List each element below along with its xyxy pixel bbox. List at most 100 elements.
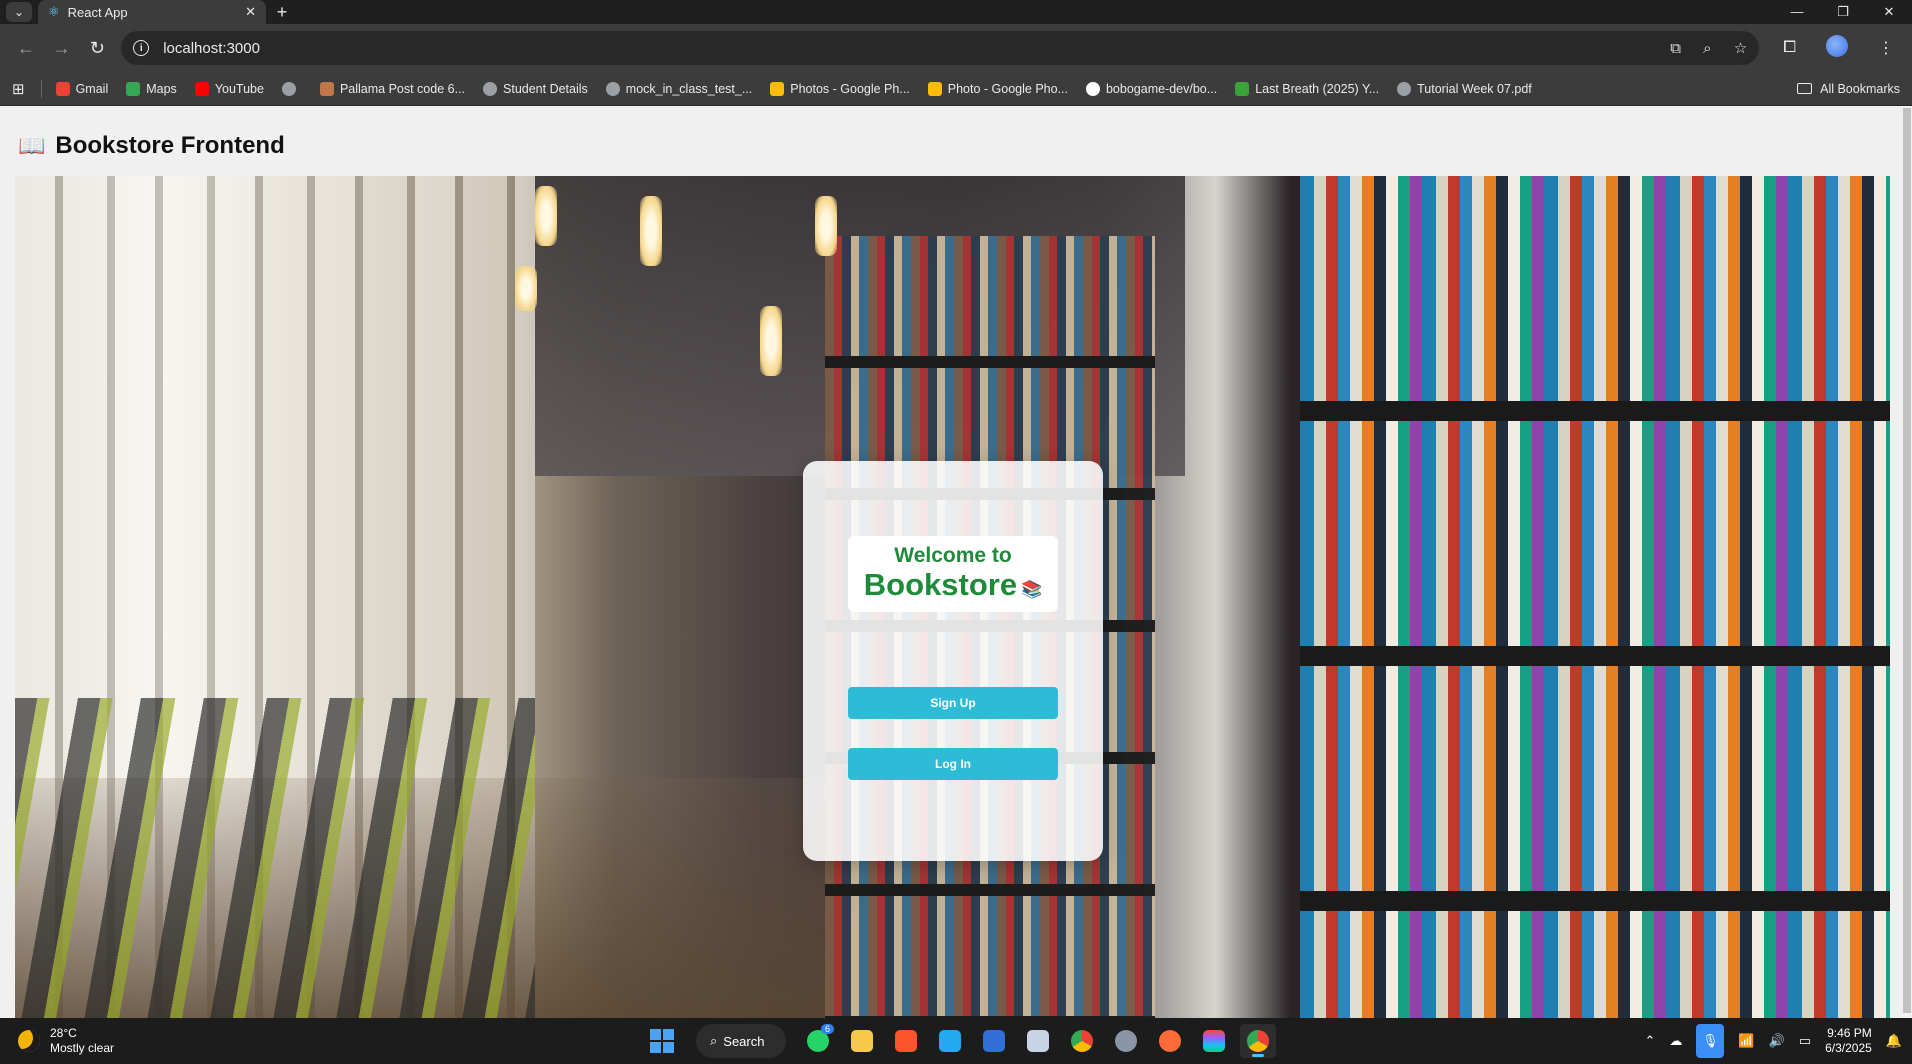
github-icon — [1085, 81, 1100, 96]
bookmark-label: bobogame-dev/bo... — [1105, 81, 1218, 96]
bookmark-item[interactable]: Gmail — [55, 81, 109, 96]
postman-icon[interactable] — [1152, 1024, 1188, 1058]
open-book-icon: 📖 — [18, 133, 46, 158]
notifications-icon[interactable]: 🔔 — [1886, 1033, 1902, 1049]
figma-icon[interactable] — [1196, 1024, 1232, 1058]
zoom-icon[interactable]: ⌕ — [1703, 40, 1711, 57]
books-icon: 📚 — [1021, 580, 1043, 599]
url-text[interactable]: localhost:3000 — [163, 40, 1652, 57]
file-explorer-icon[interactable] — [844, 1024, 880, 1058]
library-background-image: Welcome to Bookstore 📚 Sign Up Log In — [15, 176, 1890, 1018]
bookmark-label: Gmail — [75, 81, 109, 96]
movie-icon — [1235, 81, 1250, 96]
profile-avatar[interactable] — [1816, 34, 1858, 62]
microphone-icon[interactable]: 🎙 — [1696, 1024, 1725, 1058]
volume-icon[interactable]: 🔊 — [1769, 1033, 1785, 1049]
bookmark-label: Photos - Google Ph... — [790, 81, 910, 96]
gmail-icon — [55, 81, 70, 96]
bookmark-label: Student Details — [503, 81, 588, 96]
bookmark-label: YouTube — [214, 81, 264, 96]
system-tray: ⌃ ☁ 🎙 📶 🔊 ▭ 9:46 PM 6/3/2025 🔔 — [1631, 1018, 1902, 1064]
log-in-button[interactable]: Log In — [848, 748, 1058, 780]
vscode-icon[interactable] — [932, 1024, 968, 1058]
intellij-icon[interactable] — [976, 1024, 1012, 1058]
sign-up-button[interactable]: Sign Up — [848, 687, 1058, 719]
all-bookmarks-button[interactable]: All Bookmarks — [1797, 82, 1900, 96]
brave-browser-icon[interactable] — [888, 1024, 924, 1058]
site-info-icon[interactable]: i — [133, 40, 150, 56]
bookmark-item[interactable]: mock_in_class_test_... — [605, 81, 752, 96]
page-scrollbar[interactable] — [1902, 106, 1912, 1018]
bookmark-item[interactable]: Maps — [126, 81, 177, 96]
extensions-icon[interactable]: ⧠ — [1783, 39, 1796, 57]
welcome-line-1: Welcome to — [894, 544, 1012, 567]
back-icon[interactable]: ← — [8, 38, 44, 59]
globe-icon — [1397, 81, 1412, 96]
page-title: Bookstore Frontend — [55, 132, 285, 159]
globe-icon — [483, 81, 498, 96]
react-icon: ⚛ — [48, 4, 60, 19]
forward-icon[interactable]: → — [44, 38, 80, 59]
search-label: Search — [723, 1033, 765, 1049]
chrome-icon[interactable] — [1064, 1024, 1100, 1058]
bookmark-item[interactable]: Last Breath (2025) Y... — [1235, 81, 1379, 96]
welcome-banner: Welcome to Bookstore 📚 — [848, 536, 1058, 612]
battery-icon[interactable]: ▭ — [1799, 1033, 1811, 1049]
tab-search-button[interactable]: ⌄ — [0, 0, 38, 24]
bookmark-label: Maps — [146, 81, 177, 96]
youtube-icon — [194, 81, 209, 96]
install-app-icon[interactable]: ⧉ — [1670, 40, 1681, 57]
temperature: 28°C — [50, 1026, 77, 1040]
bookmark-item[interactable]: Photo - Google Pho... — [927, 81, 1068, 96]
photos-icon — [927, 81, 942, 96]
welcome-card: Welcome to Bookstore 📚 Sign Up Log In — [803, 461, 1103, 861]
bookmark-label: Pallama Post code 6... — [339, 81, 466, 96]
close-icon[interactable]: ✕ — [245, 4, 256, 20]
taskbar-search[interactable]: ⌕ Search — [696, 1024, 786, 1058]
weather-condition: Mostly clear — [50, 1041, 115, 1055]
chevron-down-icon: ⌄ — [6, 2, 32, 22]
app-header: 📖 Bookstore Frontend — [18, 132, 285, 160]
bookmark-item[interactable]: YouTube — [194, 81, 264, 96]
bookmark-item[interactable]: Tutorial Week 07.pdf — [1397, 81, 1532, 96]
reload-icon[interactable]: ↻ — [79, 38, 115, 59]
tab-title: React App — [67, 4, 128, 20]
windows-taskbar: 28°C Mostly clear ⌕ Search 6 ⌃ ☁ 🎙 📶 🔊 ▭ … — [0, 1018, 1912, 1064]
weather-widget[interactable]: 28°C Mostly clear — [18, 1026, 114, 1056]
folder-icon — [1797, 83, 1813, 94]
clock-time: 9:46 PM — [1827, 1026, 1872, 1040]
wifi-icon[interactable]: 📶 — [1738, 1033, 1754, 1049]
onedrive-icon[interactable]: ☁ — [1669, 1033, 1682, 1049]
start-button[interactable] — [650, 1029, 674, 1053]
security-app-icon[interactable] — [1020, 1024, 1056, 1058]
clock[interactable]: 9:46 PM 6/3/2025 — [1825, 1026, 1872, 1056]
bookmarks-bar: ⊞ Gmail Maps YouTube Pallama Post code 6...… — [0, 72, 1912, 106]
tab-strip: ⌄ ⚛ React App ✕ + — ❐ ✕ — [0, 0, 1912, 24]
window-close-icon[interactable]: ✕ — [1866, 4, 1912, 20]
chrome-active-icon[interactable] — [1240, 1024, 1276, 1058]
browser-tab[interactable]: ⚛ React App ✕ — [38, 0, 266, 24]
apps-grid-icon[interactable]: ⊞ — [12, 80, 25, 98]
bookmark-item[interactable] — [281, 81, 302, 96]
whatsapp-icon[interactable]: 6 — [800, 1024, 836, 1058]
brand-name: Bookstore — [863, 567, 1018, 602]
search-icon: ⌕ — [710, 1033, 718, 1048]
clock-date: 6/3/2025 — [1825, 1041, 1872, 1055]
new-tab-button[interactable]: + — [266, 2, 298, 23]
menu-icon[interactable]: ⋮ — [1878, 38, 1894, 58]
bookmark-item[interactable]: bobogame-dev/bo... — [1085, 81, 1218, 96]
bookmark-item[interactable]: Student Details — [483, 81, 588, 96]
bookmark-star-icon[interactable]: ☆ — [1734, 40, 1747, 57]
all-bookmarks-label: All Bookmarks — [1820, 81, 1900, 96]
minimize-icon[interactable]: — — [1774, 4, 1820, 20]
bookmark-item[interactable]: Photos - Google Ph... — [770, 81, 910, 96]
bookmark-label: Tutorial Week 07.pdf — [1417, 81, 1532, 96]
restore-icon[interactable]: ❐ — [1820, 4, 1866, 20]
bookmarks-divider — [40, 79, 42, 98]
browser-toolbar: ← → ↻ i localhost:3000 ⧉ ⌕ ☆ ⧠ ⋮ — [0, 24, 1912, 72]
chevron-up-icon[interactable]: ⌃ — [1645, 1033, 1656, 1049]
bookmark-item[interactable]: Pallama Post code 6... — [319, 81, 466, 96]
moon-icon — [18, 1030, 40, 1052]
address-bar[interactable]: i localhost:3000 ⧉ ⌕ ☆ — [121, 31, 1760, 65]
settings-gear-icon[interactable] — [1108, 1024, 1144, 1058]
